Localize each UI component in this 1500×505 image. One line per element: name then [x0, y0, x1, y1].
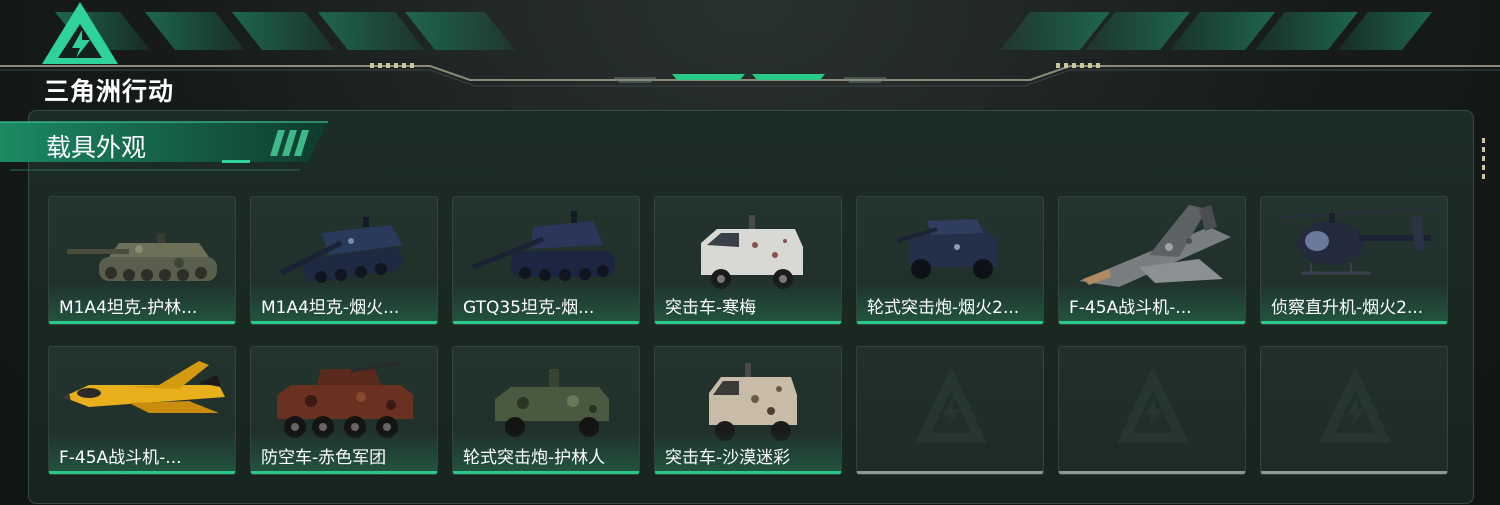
empty-slot-icon — [915, 367, 987, 443]
vehicle-name: GTQ35坦克-烟... — [463, 298, 595, 318]
selection-bar — [655, 321, 841, 324]
vehicle-name: 突击车-沙漠迷彩 — [665, 448, 791, 468]
vehicle-card[interactable]: 突击车-寒梅 — [654, 196, 842, 325]
vehicle-card[interactable]: M1A4坦克-护林... — [48, 196, 236, 325]
slot-bar — [857, 471, 1043, 474]
vehicle-name: 轮式突击炮-护林人 — [463, 448, 606, 468]
vehicle-card[interactable]: F-45A战斗机-... — [48, 346, 236, 475]
vehicle-card[interactable]: 防空车-赤色军团 — [250, 346, 438, 475]
selection-bar — [1261, 321, 1447, 324]
slot-bar — [1261, 471, 1447, 474]
top-header: 三角洲行动 — [0, 0, 1500, 106]
vehicle-card[interactable]: 轮式突击炮-烟火2... — [856, 196, 1044, 325]
selection-bar — [49, 321, 235, 324]
selection-bar — [453, 471, 639, 474]
vehicle-card[interactable]: 侦察直升机-烟火2... — [1260, 196, 1448, 325]
empty-slot-icon — [1319, 367, 1391, 443]
vehicle-name: F-45A战斗机-... — [1069, 298, 1192, 318]
panel-title: 载具外观 — [46, 133, 147, 162]
header-frame — [0, 12, 1500, 87]
empty-slot[interactable] — [856, 346, 1044, 475]
vehicle-card[interactable]: GTQ35坦克-烟... — [452, 196, 640, 325]
vehicle-name: 轮式突击炮-烟火2... — [867, 298, 1020, 318]
vehicle-name: 侦察直升机-烟火2... — [1271, 298, 1424, 318]
vehicle-name: 防空车-赤色军团 — [261, 448, 387, 468]
vehicle-name: M1A4坦克-烟火... — [261, 298, 400, 318]
vehicle-name: F-45A战斗机-... — [59, 448, 182, 468]
selection-bar — [655, 471, 841, 474]
empty-slot-icon — [1117, 367, 1189, 443]
empty-slot[interactable] — [1058, 346, 1246, 475]
selection-bar — [251, 321, 437, 324]
vehicle-card[interactable]: 轮式突击炮-护林人 — [452, 346, 640, 475]
selection-bar — [1059, 321, 1245, 324]
selection-bar — [857, 321, 1043, 324]
selection-bar — [251, 471, 437, 474]
vehicle-name: 突击车-寒梅 — [665, 298, 757, 318]
vehicle-card[interactable]: M1A4坦克-烟火... — [250, 196, 438, 325]
vehicle-card[interactable]: 突击车-沙漠迷彩 — [654, 346, 842, 475]
vehicle-name: M1A4坦克-护林... — [59, 298, 198, 318]
vehicle-card[interactable]: F-45A战斗机-... — [1058, 196, 1246, 325]
slot-bar — [1059, 471, 1245, 474]
selection-bar — [453, 321, 639, 324]
scroll-indicator[interactable] — [1482, 138, 1486, 183]
logo-text: 三角洲行动 — [44, 77, 175, 106]
selection-bar — [49, 471, 235, 474]
empty-slot[interactable] — [1260, 346, 1448, 475]
